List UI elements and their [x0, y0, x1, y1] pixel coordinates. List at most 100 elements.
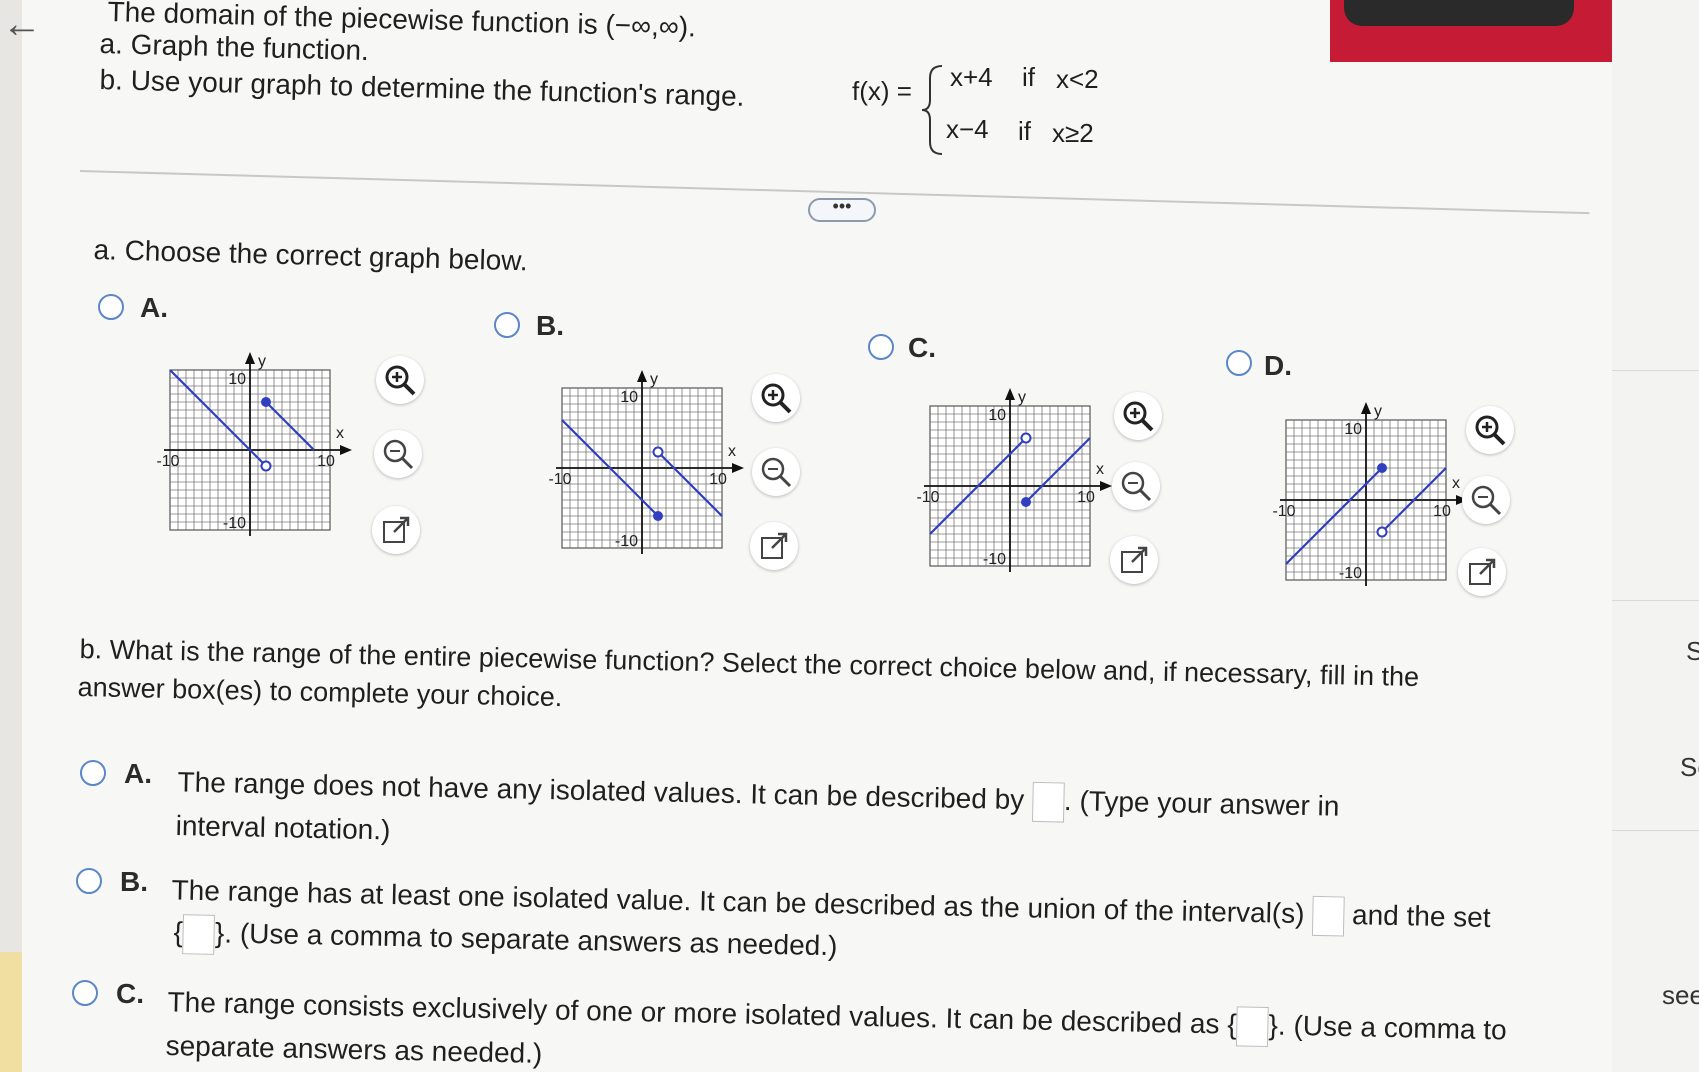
- zoom-in-icon: [761, 383, 792, 414]
- interval-answer-box[interactable]: [1031, 781, 1065, 823]
- radio-range-a[interactable]: [80, 760, 106, 786]
- zoom-in-button-d[interactable]: [1466, 406, 1514, 454]
- tick-label-top: 10: [1344, 421, 1362, 438]
- zoom-in-button-b[interactable]: [752, 374, 800, 422]
- zoom-out-icon: [1121, 471, 1152, 502]
- zoom-in-icon: [1475, 415, 1506, 446]
- zoom-out-button-d[interactable]: [1462, 476, 1510, 524]
- option-d-label: D.: [1264, 350, 1292, 381]
- y-axis-label: y: [258, 353, 266, 370]
- y-axis-label: y: [1018, 389, 1026, 406]
- radio-graph-b[interactable]: [494, 312, 520, 338]
- piecewise-brace-icon: [921, 65, 943, 155]
- y-axis-arrow: [1005, 388, 1015, 400]
- option-a-label: A.: [140, 292, 168, 323]
- graph-b[interactable]: yx10-10 10-10: [532, 368, 762, 578]
- x-axis-label: x: [728, 443, 736, 460]
- piece2-cond: x≥2: [1052, 118, 1094, 148]
- open-external-icon: [1121, 546, 1148, 573]
- x-axis-arrow: [1100, 481, 1112, 491]
- tick-label-left: -10: [156, 453, 179, 470]
- right-panel-divider: [1612, 830, 1699, 831]
- radio-graph-a[interactable]: [98, 294, 124, 320]
- tick-label-left: -10: [916, 489, 939, 506]
- top-dark-tab: [1344, 0, 1574, 26]
- option-c-label: C.: [908, 332, 936, 363]
- zoom-out-button-c[interactable]: [1112, 462, 1160, 510]
- zoom-out-icon: [383, 439, 414, 470]
- radio-range-b[interactable]: [76, 868, 102, 894]
- zoom-out-button-b[interactable]: [752, 448, 800, 496]
- zoom-out-icon: [761, 457, 792, 488]
- tick-label-bottom: -10: [615, 533, 638, 550]
- right-side-panel: S Se see: [1612, 0, 1699, 1072]
- graph-c[interactable]: yx10-10 10-10: [900, 386, 1130, 596]
- y-axis-arrow: [637, 370, 647, 382]
- y-axis-label: y: [1374, 403, 1382, 420]
- closed-endpoint: [261, 397, 271, 407]
- tick-label-left: -10: [1272, 503, 1295, 520]
- back-arrow-icon[interactable]: ←: [2, 4, 42, 44]
- tick-label-bottom: -10: [223, 515, 246, 532]
- tick-label-right: 10: [1433, 503, 1451, 520]
- piece1-if: if: [1022, 62, 1035, 92]
- range-choice-a-text2: . (Type your answer in: [1063, 784, 1340, 822]
- x-axis-label: x: [1096, 461, 1104, 478]
- right-panel-item-2[interactable]: Se: [1680, 752, 1699, 783]
- piece1-expr: x+4: [950, 62, 993, 92]
- radio-range-c[interactable]: [72, 980, 98, 1006]
- y-axis-arrow: [1361, 402, 1371, 414]
- right-panel-item-3[interactable]: see: [1662, 980, 1699, 1011]
- left-edge-strip: [0, 0, 22, 1072]
- graph-d[interactable]: yx10-10 10-10: [1256, 400, 1486, 610]
- range-choice-b-label: B.: [120, 866, 148, 897]
- right-panel-item-1[interactable]: S: [1686, 636, 1699, 667]
- right-panel-divider: [1612, 600, 1699, 601]
- open-external-button-c[interactable]: [1110, 536, 1158, 584]
- option-b-label: B.: [536, 310, 564, 341]
- range-choice-a-label: A.: [124, 758, 152, 789]
- graph-a[interactable]: yx10-10 10-10: [140, 350, 370, 560]
- tick-label-top: 10: [988, 407, 1006, 424]
- y-axis-arrow: [245, 352, 255, 364]
- piece1-cond: x<2: [1056, 64, 1099, 94]
- fx-label: f(x) =: [852, 76, 912, 106]
- x-axis-label: x: [336, 425, 344, 442]
- open-external-button-d[interactable]: [1458, 548, 1506, 596]
- zoom-in-icon: [1123, 401, 1154, 432]
- closed-endpoint: [1377, 463, 1387, 473]
- tick-label-bottom: -10: [983, 551, 1006, 568]
- open-endpoint: [1020, 432, 1032, 444]
- open-external-button-a[interactable]: [372, 506, 420, 554]
- range-choice-b-text2: and the set: [1351, 899, 1491, 934]
- tick-label-right: 10: [1077, 489, 1095, 506]
- open-endpoint: [652, 446, 664, 458]
- isolated-values-answer-box[interactable]: [1236, 1006, 1270, 1048]
- zoom-in-button-c[interactable]: [1114, 392, 1162, 440]
- open-external-icon: [761, 532, 788, 559]
- zoom-in-icon: [385, 365, 416, 396]
- more-options-button[interactable]: •••: [808, 197, 876, 222]
- closed-endpoint: [1021, 497, 1031, 507]
- tick-label-top: 10: [620, 389, 638, 406]
- tick-label-bottom: -10: [1339, 565, 1362, 582]
- tick-label-right: 10: [317, 453, 335, 470]
- zoom-out-icon: [1471, 485, 1502, 516]
- open-external-icon: [383, 516, 410, 543]
- union-interval-answer-box[interactable]: [1311, 895, 1345, 937]
- open-external-icon: [1469, 558, 1496, 585]
- tick-label-top: 10: [228, 371, 246, 388]
- range-choice-c-label: C.: [116, 978, 144, 1009]
- zoom-in-button-a[interactable]: [376, 356, 424, 404]
- open-external-button-b[interactable]: [750, 522, 798, 570]
- radio-graph-d[interactable]: [1226, 350, 1252, 376]
- isolated-set-answer-box[interactable]: [182, 914, 216, 955]
- open-endpoint: [260, 460, 272, 472]
- x-axis-label: x: [1452, 475, 1460, 492]
- right-panel-divider: [1612, 370, 1699, 371]
- x-axis-arrow: [340, 445, 352, 455]
- radio-graph-c[interactable]: [868, 334, 894, 360]
- x-axis-arrow: [732, 463, 744, 473]
- range-choice-a-text3: interval notation.): [175, 810, 391, 846]
- zoom-out-button-a[interactable]: [374, 430, 422, 478]
